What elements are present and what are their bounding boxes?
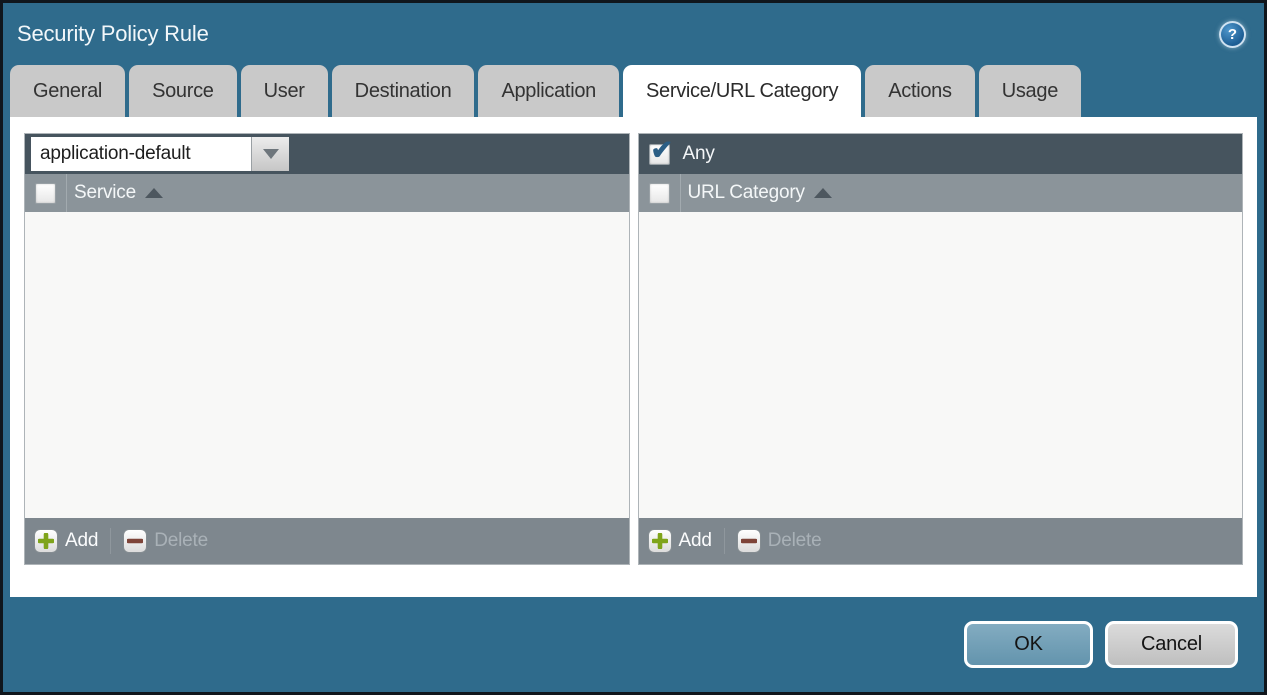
tab-application[interactable]: Application: [478, 65, 619, 117]
service-column-header: Service: [25, 174, 629, 212]
sort-ascending-icon[interactable]: [145, 188, 163, 198]
tab-destination[interactable]: Destination: [332, 65, 475, 117]
dialog-title: Security Policy Rule: [17, 21, 209, 47]
tab-usage[interactable]: Usage: [979, 65, 1081, 117]
minus-icon: [123, 529, 147, 553]
url-category-column-label[interactable]: URL Category: [688, 182, 805, 204]
plus-icon: [648, 529, 672, 553]
service-select-all-checkbox[interactable]: [35, 183, 56, 204]
url-category-panel-header: Any: [639, 134, 1243, 174]
service-delete-label: Delete: [154, 530, 208, 552]
url-category-add-button[interactable]: Add: [648, 529, 712, 553]
cancel-button[interactable]: Cancel: [1105, 621, 1238, 668]
service-column-label[interactable]: Service: [74, 182, 136, 204]
footer-divider: [724, 528, 725, 554]
service-type-input[interactable]: [31, 137, 251, 171]
service-list[interactable]: [25, 212, 629, 518]
tab-strip: General Source User Destination Applicat…: [3, 65, 1264, 117]
service-panel-header: [25, 134, 629, 174]
help-icon[interactable]: ?: [1219, 21, 1246, 48]
service-type-dropdown-button[interactable]: [251, 137, 289, 171]
tab-service-url-category[interactable]: Service/URL Category: [623, 65, 861, 117]
service-delete-button[interactable]: Delete: [123, 529, 208, 553]
any-checkbox-row: Any: [649, 143, 715, 165]
url-category-select-all-checkbox[interactable]: [649, 183, 670, 204]
service-add-button[interactable]: Add: [34, 529, 98, 553]
url-category-column-header: URL Category: [639, 174, 1243, 212]
service-panel-footer: Add Delete: [25, 518, 629, 564]
url-category-panel: Any URL Category Add: [638, 133, 1244, 565]
tab-content: Service Add: [10, 117, 1257, 597]
tab-actions[interactable]: Actions: [865, 65, 975, 117]
sort-ascending-icon[interactable]: [814, 188, 832, 198]
tab-source[interactable]: Source: [129, 65, 237, 117]
service-panel: Service Add: [24, 133, 630, 565]
url-category-list[interactable]: [639, 212, 1243, 518]
service-select-all-cell: [25, 174, 67, 212]
url-category-delete-label: Delete: [768, 530, 822, 552]
chevron-down-icon: [263, 149, 279, 159]
service-add-label: Add: [65, 530, 98, 552]
footer-divider: [110, 528, 111, 554]
any-label: Any: [683, 143, 715, 165]
tab-user[interactable]: User: [241, 65, 328, 117]
url-category-panel-footer: Add Delete: [639, 518, 1243, 564]
ok-button[interactable]: OK: [964, 621, 1093, 668]
dialog-titlebar: Security Policy Rule ?: [3, 3, 1264, 65]
plus-icon: [34, 529, 58, 553]
dialog-action-bar: OK Cancel: [3, 597, 1264, 692]
url-category-delete-button[interactable]: Delete: [737, 529, 822, 553]
any-checkbox[interactable]: [649, 144, 670, 165]
security-policy-rule-dialog: Security Policy Rule ? General Source Us…: [0, 0, 1267, 695]
minus-icon: [737, 529, 761, 553]
service-type-dropdown[interactable]: [31, 137, 289, 171]
url-category-select-all-cell: [639, 174, 681, 212]
url-category-add-label: Add: [679, 530, 712, 552]
tab-general[interactable]: General: [10, 65, 125, 117]
